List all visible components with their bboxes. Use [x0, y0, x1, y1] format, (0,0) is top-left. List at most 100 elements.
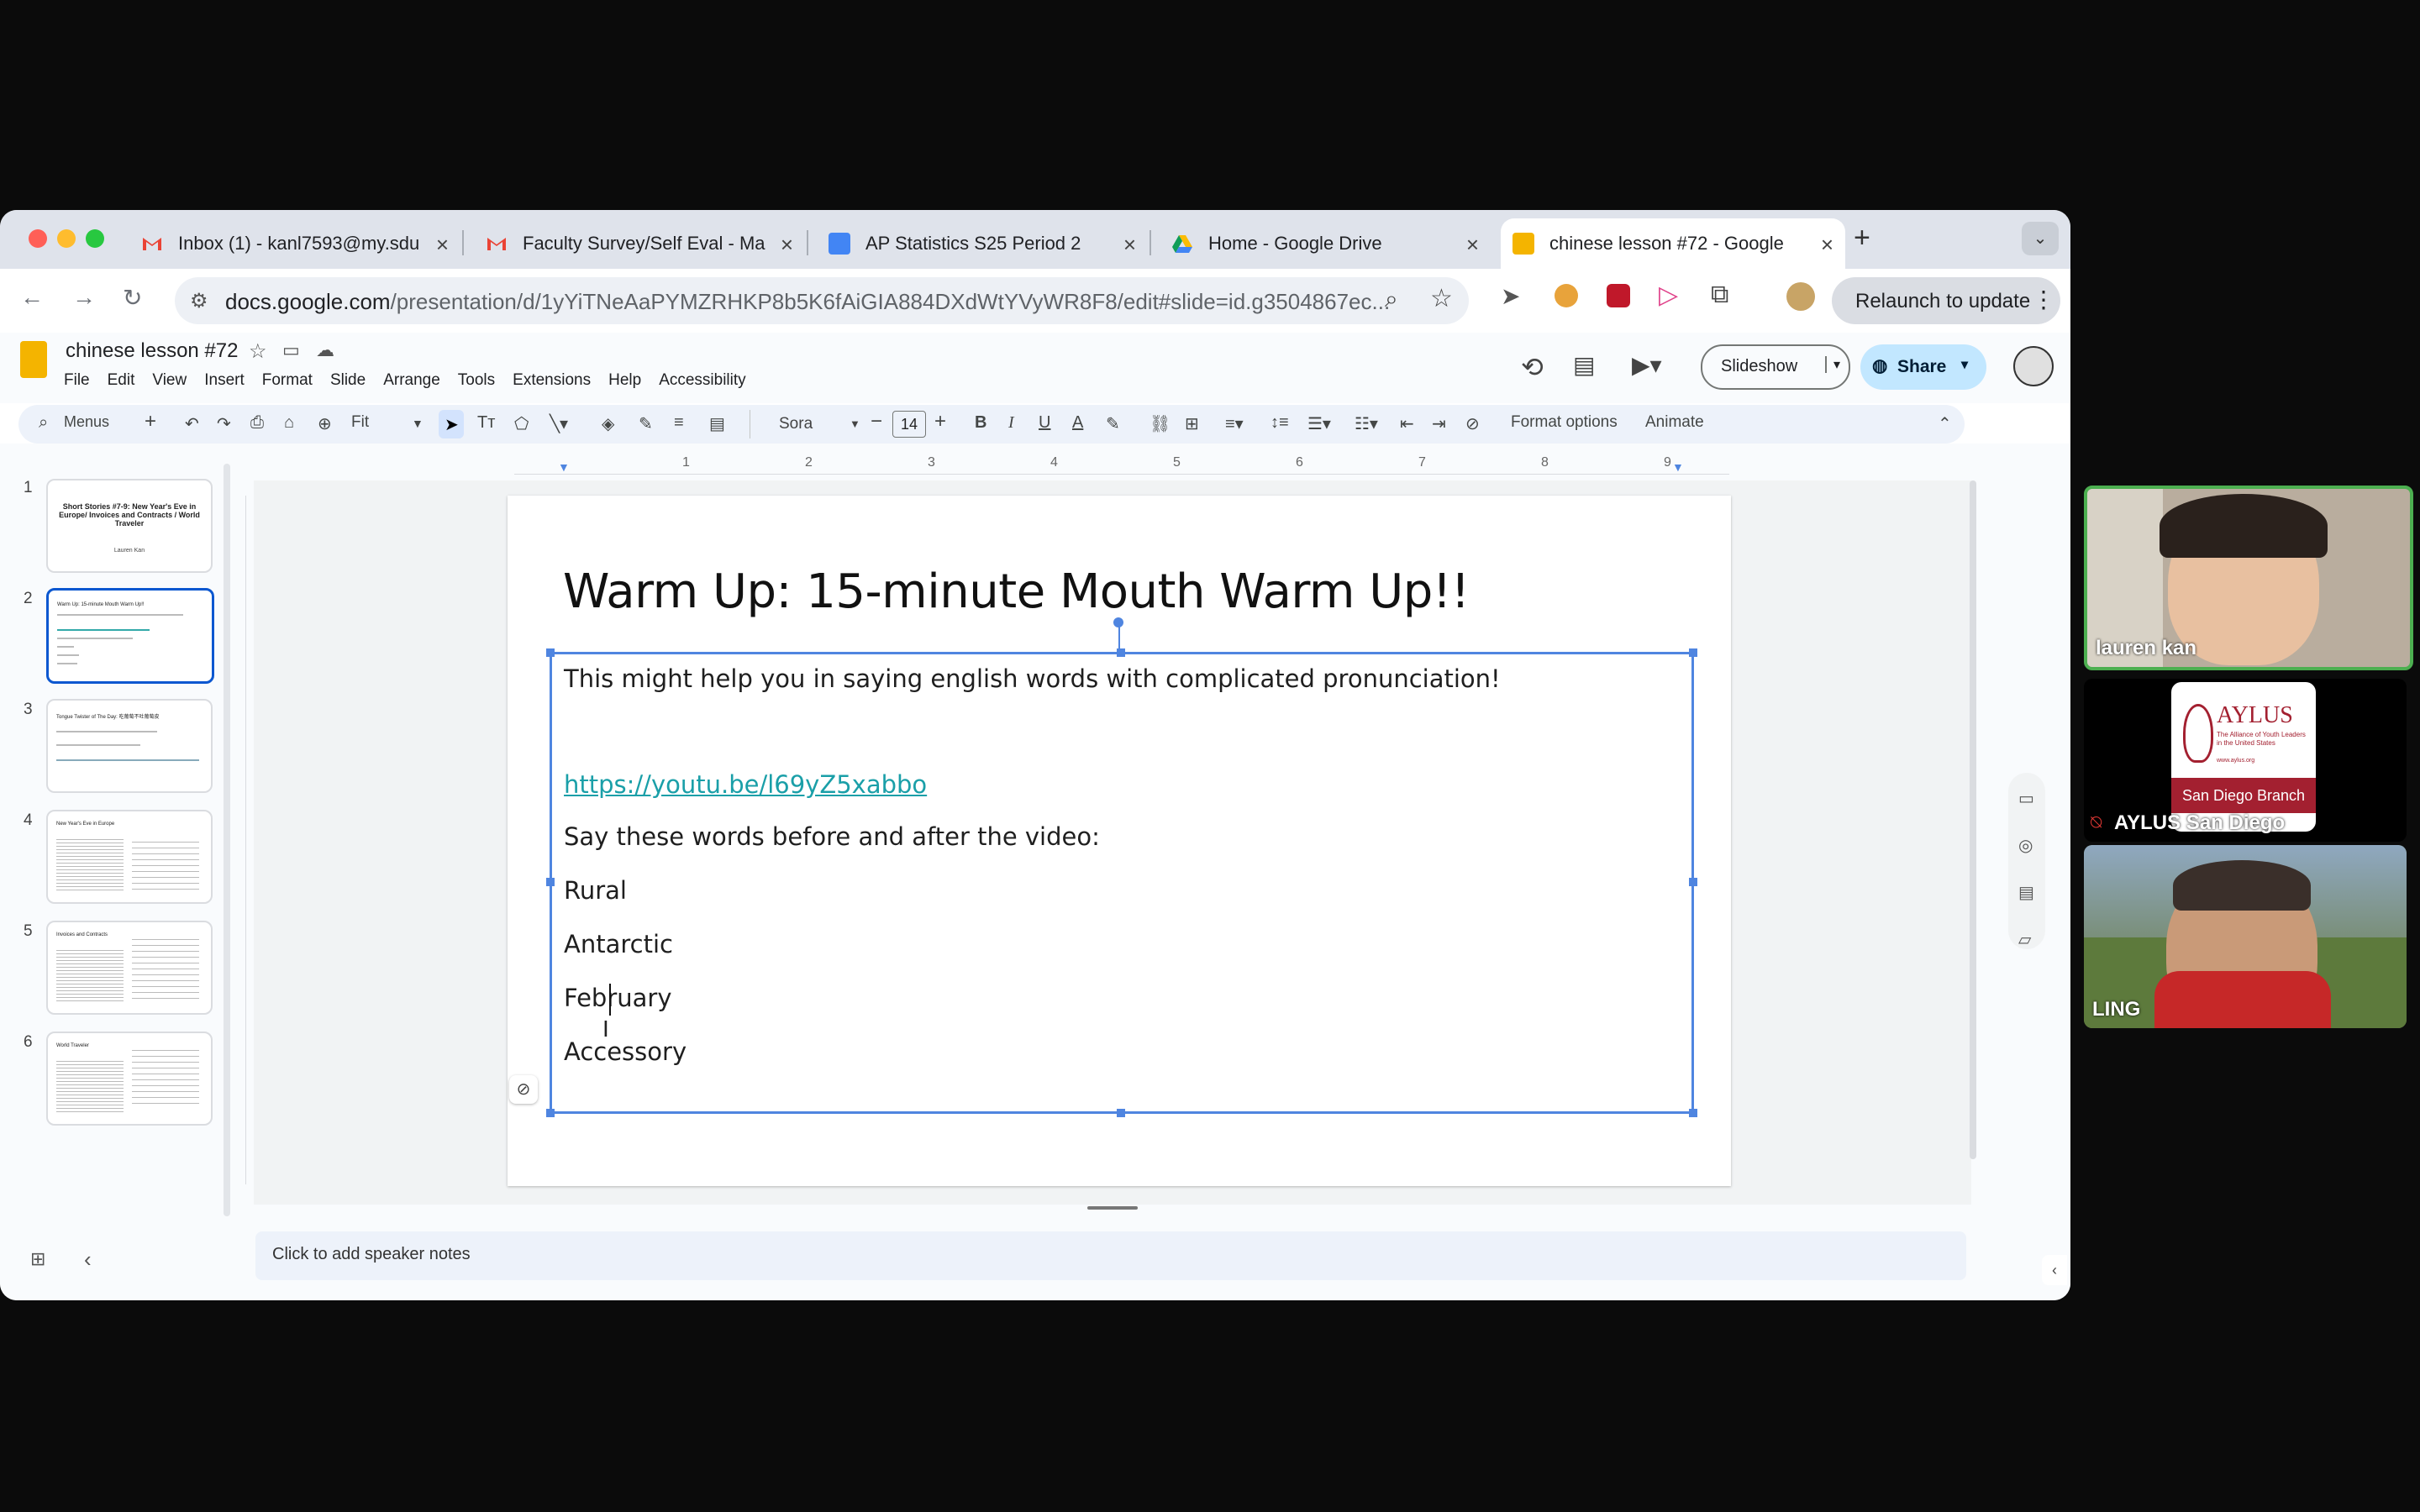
slide-thumbnail[interactable]: Tongue Twister of The Day: 吃葡萄不吐葡萄皮	[46, 699, 213, 793]
search-menus-icon[interactable]: ⌕	[39, 413, 48, 433]
print-icon[interactable]: ⎙	[250, 413, 264, 433]
new-tab-icon[interactable]: +	[1854, 222, 1870, 255]
maximize-window-button[interactable]	[86, 229, 104, 248]
paint-format-icon[interactable]: ⌂	[284, 413, 294, 433]
resize-handle[interactable]	[1689, 1109, 1697, 1117]
share-button[interactable]: ◍ Share ▾	[1860, 344, 1986, 390]
close-tab-icon[interactable]: ×	[781, 232, 793, 258]
close-tab-icon[interactable]: ×	[1123, 232, 1136, 258]
border-weight-icon[interactable]: ≡	[674, 413, 684, 433]
comments-icon[interactable]: ▤	[1573, 351, 1595, 379]
collapse-toolbar-icon[interactable]: ⌃	[1938, 413, 1952, 434]
back-icon[interactable]: ←	[20, 284, 44, 311]
text-color-icon[interactable]: A	[1072, 413, 1083, 433]
url-input[interactable]: ⚙ docs.google.com/presentation/d/1yYiTNe…	[175, 277, 1469, 324]
menu-view[interactable]: View	[152, 371, 187, 390]
slide-thumbnail[interactable]: Invoices and Contracts	[46, 921, 213, 1015]
resize-handle[interactable]	[546, 1109, 555, 1117]
close-tab-icon[interactable]: ×	[1821, 232, 1833, 258]
participant-tile[interactable]: LING	[2084, 845, 2407, 1028]
relaunch-button[interactable]: Relaunch to update ⋮	[1832, 277, 2060, 324]
menu-extensions[interactable]: Extensions	[513, 371, 591, 390]
body-text-box[interactable]: This might help you in saying english wo…	[546, 617, 1697, 1117]
menu-arrange[interactable]: Arrange	[383, 371, 440, 390]
italic-icon[interactable]: I	[1008, 413, 1014, 433]
tasks-icon[interactable]: ◎	[2018, 835, 2033, 856]
star-icon[interactable]: ☆	[249, 339, 267, 364]
rotate-handle[interactable]	[1113, 617, 1123, 627]
menu-format[interactable]: Format	[262, 371, 313, 390]
search-menus-input[interactable]: Menus	[64, 413, 109, 431]
menu-slide[interactable]: Slide	[330, 371, 366, 390]
extensions-puzzle-icon[interactable]: ⧉	[1711, 281, 1728, 309]
video-link[interactable]: https://youtu.be/l69yZ5xabbo	[564, 770, 927, 799]
zoom-icon[interactable]: ⌕	[1385, 286, 1398, 313]
folder-icon[interactable]: ▱	[2018, 929, 2031, 950]
slideshow-button[interactable]: Slideshow ▾	[1701, 344, 1850, 390]
menu-help[interactable]: Help	[608, 371, 641, 390]
increase-indent-icon[interactable]: ⇥	[1432, 413, 1446, 434]
bold-icon[interactable]: B	[975, 413, 986, 433]
resize-handle[interactable]	[1117, 648, 1125, 657]
shape-icon[interactable]: ⬠	[514, 413, 529, 434]
speaker-notes[interactable]: Click to add speaker notes	[255, 1231, 1966, 1280]
extension-icon[interactable]	[1607, 284, 1630, 307]
resize-handle[interactable]	[1117, 1109, 1125, 1117]
clear-formatting-icon[interactable]: ⊘	[1465, 413, 1480, 434]
resize-handle[interactable]	[1689, 648, 1697, 657]
font-size-input[interactable]: 14	[892, 411, 926, 438]
browser-tab[interactable]: Inbox (1) - kanl7593@my.sdu ×	[141, 218, 464, 269]
document-title[interactable]: chinese lesson #72	[66, 339, 238, 363]
menu-accessibility[interactable]: Accessibility	[659, 371, 745, 390]
chevron-down-icon[interactable]: ▼	[412, 417, 424, 430]
browser-tab[interactable]: AP Statistics S25 Period 2 ×	[829, 218, 1151, 269]
menu-edit[interactable]: Edit	[108, 371, 135, 390]
border-color-icon[interactable]: ✎	[639, 413, 653, 434]
canvas-scrollbar[interactable]	[1970, 480, 1976, 1159]
redo-icon[interactable]: ↷	[217, 413, 231, 434]
select-tool-button[interactable]: ➤	[439, 410, 464, 438]
resize-handle[interactable]	[546, 648, 555, 657]
slide-thumbnail[interactable]: New Year's Eve in Europe	[46, 810, 213, 904]
line-spacing-icon[interactable]: ↕≡	[1270, 413, 1289, 433]
keep-icon[interactable]: ▭	[2018, 788, 2034, 809]
tab-search-button[interactable]: ⌄	[2022, 222, 2059, 255]
animate-button[interactable]: Animate	[1645, 413, 1704, 432]
filmstrip-scrollbar[interactable]	[224, 464, 230, 1216]
slide-thumbnail[interactable]: World Traveler	[46, 1032, 213, 1126]
decrease-indent-icon[interactable]: ⇤	[1400, 413, 1414, 434]
undo-icon[interactable]: ↶	[185, 413, 199, 434]
right-indent-marker[interactable]: ▼	[1672, 460, 1684, 474]
bookmark-star-icon[interactable]: ☆	[1430, 284, 1453, 313]
slide-thumbnail-selected[interactable]: Warm Up: 15-minute Mouth Warm Up!!	[46, 588, 214, 684]
notes-resize-handle[interactable]	[1087, 1206, 1138, 1210]
grid-view-icon[interactable]: ⊞	[30, 1248, 45, 1270]
left-indent-marker[interactable]: ▼	[558, 460, 570, 474]
participant-tile[interactable]: AYLUS The Alliance of Youth Leaders in t…	[2084, 679, 2407, 842]
text-box-icon[interactable]: Tт	[477, 413, 495, 433]
minimize-window-button[interactable]	[57, 229, 76, 248]
line-icon[interactable]: ╲▾	[550, 413, 568, 434]
bulleted-list-icon[interactable]: ☰▾	[1307, 413, 1331, 434]
resize-handle[interactable]	[546, 878, 555, 886]
numbered-list-icon[interactable]: ☷▾	[1355, 413, 1378, 434]
browser-tab[interactable]: Faculty Survey/Self Eval - Ma ×	[486, 218, 808, 269]
menu-tools[interactable]: Tools	[458, 371, 495, 390]
underline-icon[interactable]: U	[1039, 413, 1050, 433]
browser-tab-active[interactable]: chinese lesson #72 - Google ×	[1501, 218, 1845, 269]
menu-insert[interactable]: Insert	[204, 371, 245, 390]
extension-icon[interactable]: ▷	[1659, 281, 1678, 310]
account-avatar[interactable]	[2013, 346, 2054, 386]
collapse-filmstrip-icon[interactable]: ‹	[84, 1247, 92, 1273]
fill-color-icon[interactable]: ◈	[602, 413, 614, 434]
side-panel-toggle-icon[interactable]: ‹	[2042, 1255, 2067, 1285]
version-history-icon[interactable]: ⟲	[1521, 351, 1544, 383]
new-slide-icon[interactable]: +	[145, 410, 156, 433]
contacts-icon[interactable]: ▤	[2018, 882, 2034, 903]
insert-link-icon[interactable]: ⛓	[1150, 413, 1171, 434]
increase-font-icon[interactable]: +	[934, 410, 946, 433]
border-dash-icon[interactable]: ▤	[709, 413, 725, 434]
clear-formatting-icon[interactable]: ⊘	[509, 1075, 538, 1104]
align-icon[interactable]: ≡▾	[1225, 413, 1244, 434]
resize-handle[interactable]	[1689, 878, 1697, 886]
